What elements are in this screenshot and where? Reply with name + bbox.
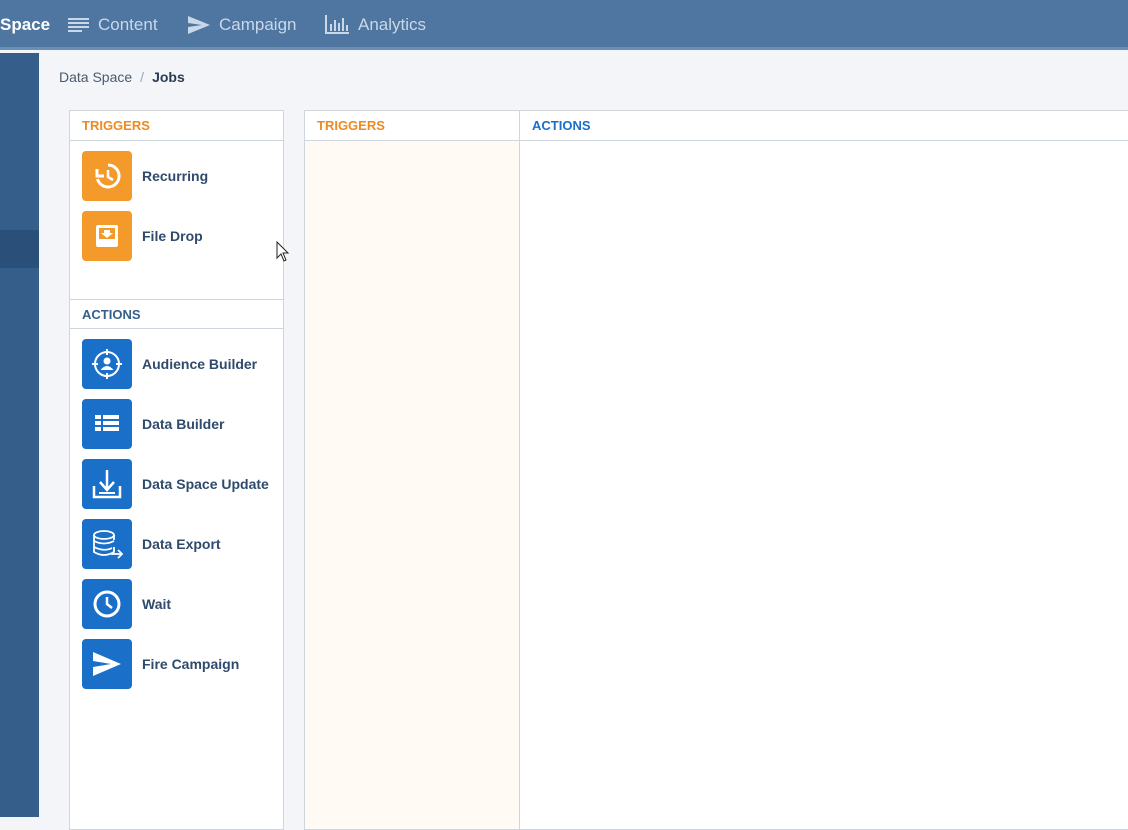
action-data-space-update[interactable]: Data Space Update: [82, 459, 283, 509]
action-label: Audience Builder: [142, 356, 258, 372]
trigger-label: File Drop: [142, 228, 203, 244]
job-palette-panel: TRIGGERS Recurring File Drop ACTIONS Aud…: [69, 110, 284, 830]
palette-actions-header: ACTIONS: [70, 299, 283, 329]
palette-triggers-header: TRIGGERS: [70, 111, 283, 141]
clock-icon: [82, 579, 132, 629]
action-label: Data Export: [142, 536, 221, 552]
trigger-label: Recurring: [142, 168, 209, 184]
action-data-builder[interactable]: Data Builder: [82, 399, 283, 449]
breadcrumb-separator: /: [140, 69, 145, 85]
download-tray-icon: [82, 459, 132, 509]
action-label: Data Builder: [142, 416, 225, 432]
table-icon: [82, 399, 132, 449]
nav-item-analytics[interactable]: Analytics: [324, 0, 426, 50]
canvas-triggers-header: TRIGGERS: [305, 111, 519, 141]
action-audience-builder[interactable]: Audience Builder: [82, 339, 283, 389]
action-list: Audience Builder Data Builder Data Space…: [70, 339, 283, 689]
content-lines-icon: [68, 17, 90, 33]
action-label: Fire Campaign: [142, 656, 240, 672]
canvas-actions-header: ACTIONS: [520, 111, 1128, 141]
breadcrumb: Data Space / Jobs: [59, 69, 185, 85]
nav-item-label: Analytics: [358, 15, 427, 34]
top-nav-bar: Space Content Campaign Analytics: [0, 0, 1128, 50]
breadcrumb-current: Jobs: [152, 69, 185, 85]
action-label: Data Space Update: [142, 476, 269, 492]
breadcrumb-parent-link[interactable]: Data Space: [59, 69, 132, 85]
mouse-cursor-icon: [276, 240, 290, 268]
send-icon: [82, 639, 132, 689]
nav-item-campaign[interactable]: Campaign: [187, 0, 297, 50]
workflow-canvas: TRIGGERS ACTIONS: [304, 110, 1128, 830]
canvas-triggers-column: [305, 111, 520, 829]
action-label: Wait: [142, 596, 172, 612]
nav-item-label: Campaign: [219, 15, 297, 34]
triggers-drop-zone[interactable]: [305, 141, 519, 829]
action-fire-campaign[interactable]: Fire Campaign: [82, 639, 283, 689]
trigger-list: Recurring File Drop: [70, 151, 283, 299]
inbox-download-icon: [82, 211, 132, 261]
trigger-recurring[interactable]: Recurring: [82, 151, 283, 201]
trigger-file-drop[interactable]: File Drop: [82, 211, 283, 261]
action-wait[interactable]: Wait: [82, 579, 283, 629]
left-sidebar: [0, 53, 39, 817]
nav-item-label: Content: [98, 15, 158, 34]
send-icon: [187, 15, 211, 35]
sidebar-active-item[interactable]: [0, 230, 39, 268]
bar-chart-icon: [324, 15, 350, 35]
target-person-icon: [82, 339, 132, 389]
nav-item-content[interactable]: Content: [68, 0, 158, 50]
nav-item-data-space[interactable]: Space: [0, 0, 50, 50]
history-icon: [82, 151, 132, 201]
database-export-icon: [82, 519, 132, 569]
actions-drop-zone[interactable]: [520, 141, 1128, 829]
nav-item-label: Space: [0, 15, 51, 34]
action-data-export[interactable]: Data Export: [82, 519, 283, 569]
